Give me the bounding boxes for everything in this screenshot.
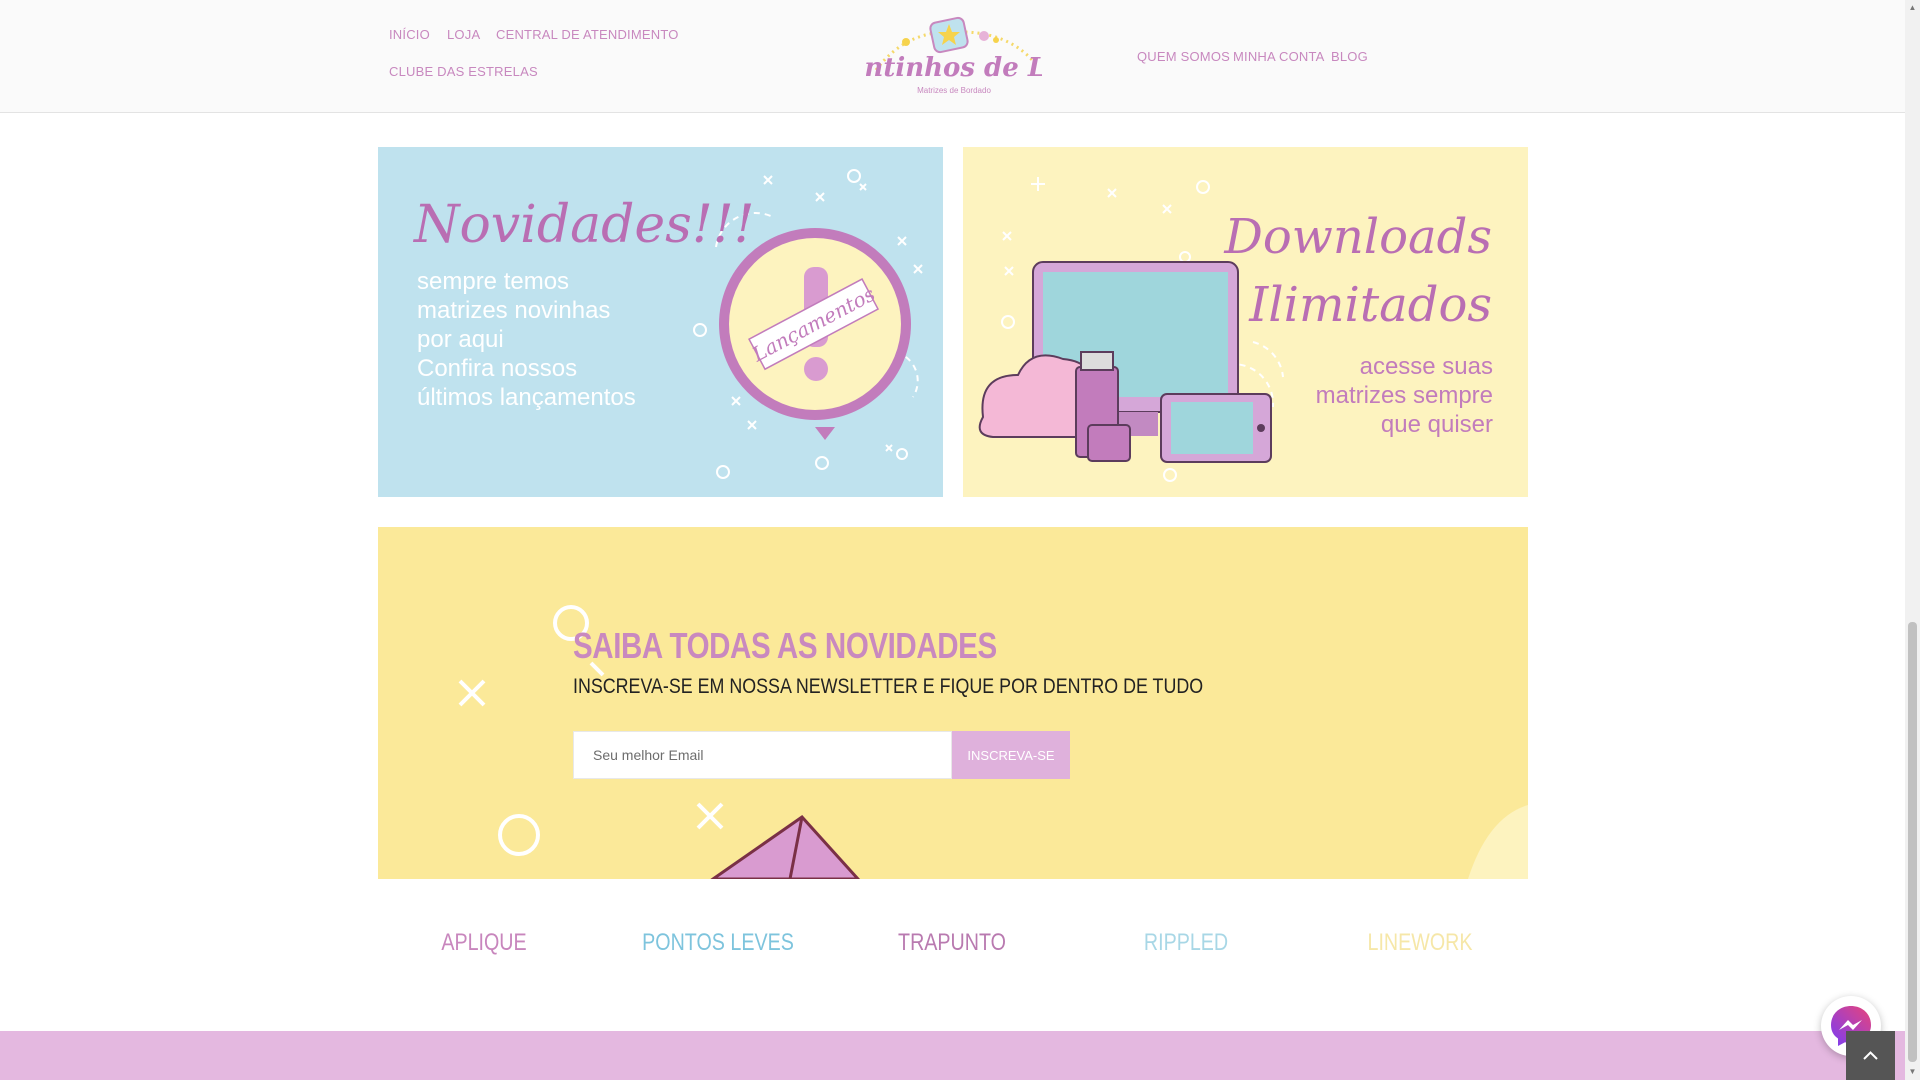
logo-graphic: Pontinhos de Luz Matrizes de Bordado — [827, 16, 1081, 95]
banner-downloads-title: Downloads Ilimitados — [1224, 203, 1492, 339]
svg-text:Matrizes de Bordado: Matrizes de Bordado — [917, 86, 991, 95]
banner-downloads-line: acesse suas — [1359, 353, 1493, 380]
newsletter-section: SAIBA TODAS AS NOVIDADES INSCREVA-SE EM … — [378, 527, 1528, 879]
nav-loja[interactable]: LOJA — [447, 27, 480, 42]
newsletter-subtitle: INSCREVA-SE EM NOSSA NEWSLETTER E FIQUE … — [573, 675, 1204, 698]
nav-clube-das-estrelas[interactable]: CLUBE DAS ESTRELAS — [389, 64, 538, 79]
category-trapunto[interactable]: TRAPUNTO — [856, 929, 1048, 957]
banner-downloads-title-line: Downloads — [1224, 209, 1492, 265]
page: INÍCIO LOJA CENTRAL DE ATENDIMENTO CLUBE… — [0, 0, 1905, 1080]
banner-downloads[interactable]: Downloads Ilimitados acesse suas matrize… — [963, 147, 1528, 497]
nav-minha-conta[interactable]: MINHA CONTA — [1233, 49, 1325, 64]
scroll-up-arrow-icon[interactable]: ▲ — [1908, 3, 1917, 13]
banner-downloads-text: acesse suas matrizes sempre que quiser — [1316, 352, 1493, 439]
category-aplique[interactable]: APLIQUE — [388, 929, 580, 957]
banner-launches-line: sempre temos — [417, 268, 570, 295]
page-scrollbar[interactable]: ▲ ▼ — [1905, 0, 1920, 1080]
scroll-down-arrow-icon[interactable]: ▼ — [1908, 1067, 1917, 1077]
newsletter-email-input[interactable] — [573, 731, 952, 779]
nav-quem-somos[interactable]: QUEM SOMOS — [1137, 49, 1230, 64]
nav-central-de-atendimento[interactable]: CENTRAL DE ATENDIMENTO — [496, 27, 679, 42]
footer-band — [0, 1031, 1905, 1080]
banner-launches-line: por aqui — [417, 326, 504, 353]
banner-downloads-line: matrizes sempre — [1315, 382, 1493, 409]
banner-launches[interactable]: Lançamentos Novidades!!! sempre temos ma… — [378, 147, 943, 497]
site-logo[interactable]: Pontinhos de Luz Matrizes de Bordado — [827, 10, 1081, 100]
banner-launches-line: matrizes novinhas — [417, 297, 611, 324]
back-to-top-button[interactable] — [1846, 1031, 1895, 1080]
category-rippled[interactable]: RIPPLED — [1090, 929, 1282, 957]
banner-downloads-title-line: Ilimitados — [1249, 277, 1492, 333]
banner-downloads-line: que quiser — [1380, 411, 1493, 438]
banner-launches-text: sempre temos matrizes novinhas por aqui … — [417, 267, 636, 412]
banner-launches-title: Novidades!!! — [414, 195, 755, 255]
scrollbar-thumb[interactable] — [1908, 622, 1917, 1062]
category-pontos-leves[interactable]: PONTOS LEVES — [622, 929, 814, 957]
nav-blog[interactable]: BLOG — [1331, 49, 1368, 64]
banner-launches-line: Confira nossos — [417, 355, 578, 382]
newsletter-decor — [458, 605, 1528, 879]
svg-text:Pontinhos de Luz: Pontinhos de Luz — [866, 53, 1042, 83]
newsletter-title: SAIBA TODAS AS NOVIDADES — [573, 625, 997, 666]
nav-inicio[interactable]: INÍCIO — [389, 27, 430, 42]
site-header: INÍCIO LOJA CENTRAL DE ATENDIMENTO CLUBE… — [0, 0, 1905, 113]
chevron-up-icon — [1863, 1051, 1878, 1060]
newsletter-subscribe-button[interactable]: INSCREVA-SE — [952, 731, 1070, 779]
category-linework[interactable]: LINEWORK — [1324, 929, 1516, 957]
banner-launches-line: últimos lançamentos — [417, 384, 636, 411]
